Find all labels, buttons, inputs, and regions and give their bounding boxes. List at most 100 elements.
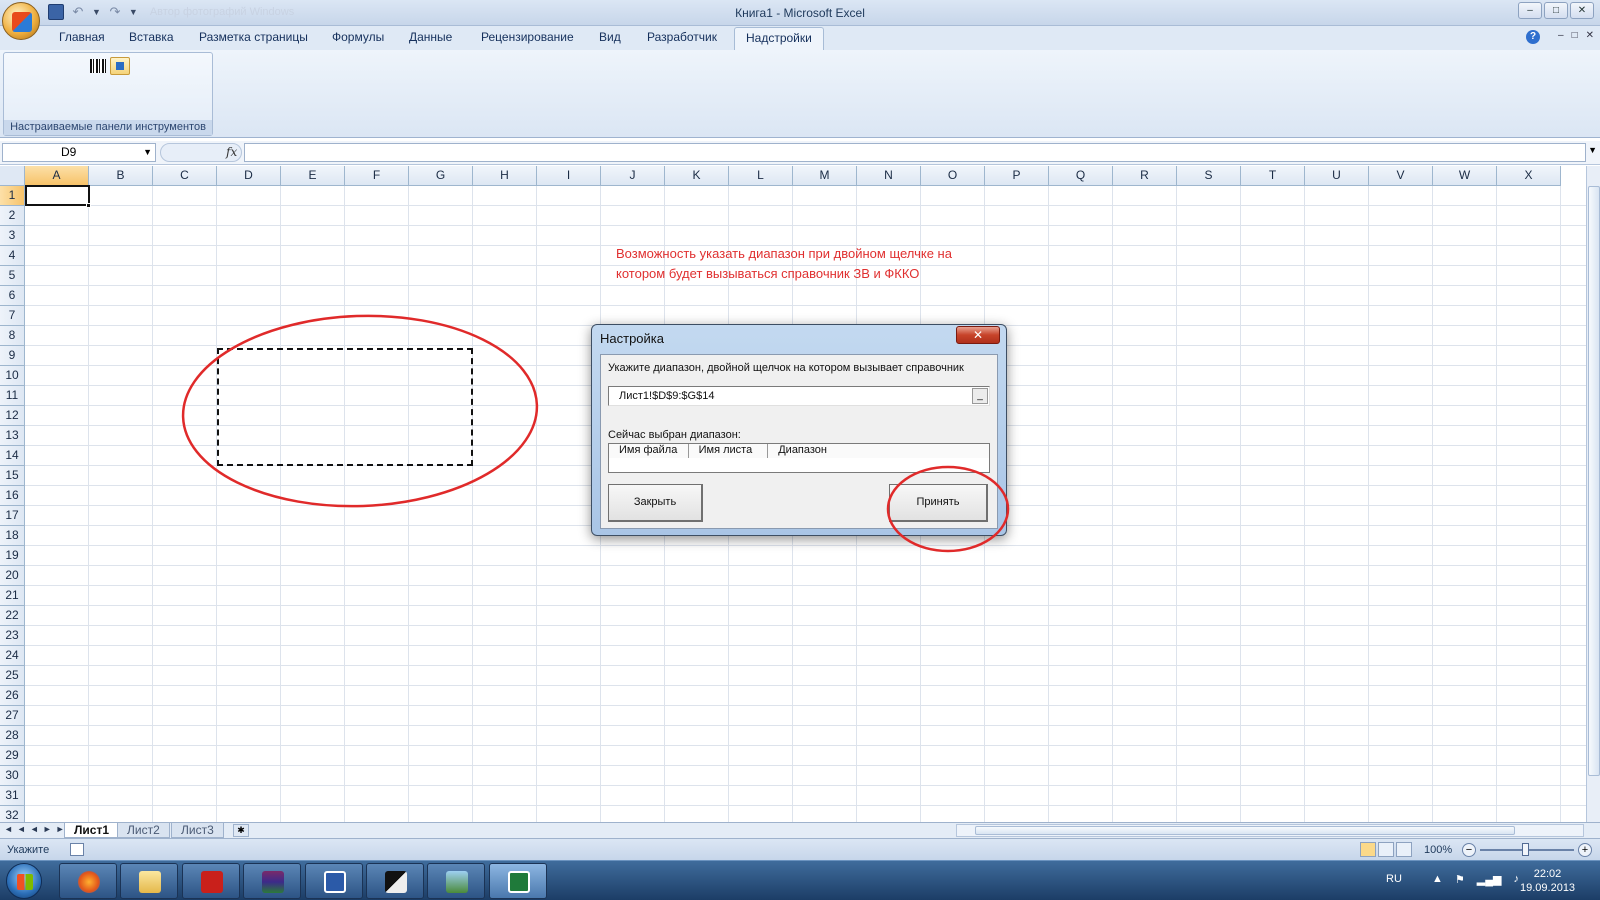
expand-formula-icon[interactable]: ▼	[1588, 145, 1597, 155]
list-col-range[interactable]: Диапазон	[768, 444, 989, 458]
column-header-e[interactable]: E	[281, 166, 345, 186]
column-header-u[interactable]: U	[1305, 166, 1369, 186]
row-header-23[interactable]: 23	[0, 626, 25, 646]
row-header-22[interactable]: 22	[0, 606, 25, 626]
tab-page-layout[interactable]: Разметка страницы	[199, 30, 308, 44]
taskbar-inkscape[interactable]	[366, 863, 424, 899]
network-signal-icon[interactable]: ▂▄▆	[1477, 873, 1502, 886]
row-header-6[interactable]: 6	[0, 286, 25, 306]
column-header-d[interactable]: D	[217, 166, 281, 186]
column-header-h[interactable]: H	[473, 166, 537, 186]
row-header-15[interactable]: 15	[0, 466, 25, 486]
tab-review[interactable]: Рецензирование	[481, 30, 574, 44]
row-header-10[interactable]: 10	[0, 366, 25, 386]
workbook-minimize-button[interactable]: –	[1558, 30, 1564, 41]
row-header-32[interactable]: 32	[0, 806, 25, 822]
list-col-sheet[interactable]: Имя листа	[688, 444, 769, 458]
row-header-1[interactable]: 1	[0, 186, 25, 206]
tab-addins[interactable]: Надстройки	[734, 27, 824, 50]
horizontal-scroll-thumb[interactable]	[975, 826, 1515, 835]
column-header-s[interactable]: S	[1177, 166, 1241, 186]
column-header-r[interactable]: R	[1113, 166, 1177, 186]
vertical-scroll-thumb[interactable]	[1588, 186, 1600, 776]
row-header-16[interactable]: 16	[0, 486, 25, 506]
action-center-flag-icon[interactable]: ⚑	[1455, 873, 1465, 886]
row-header-30[interactable]: 30	[0, 766, 25, 786]
row-header-27[interactable]: 27	[0, 706, 25, 726]
tab-developer[interactable]: Разработчик	[647, 30, 717, 44]
row-header-13[interactable]: 13	[0, 426, 25, 446]
insert-function-icon[interactable]: fx	[226, 145, 237, 159]
office-button[interactable]	[2, 2, 40, 40]
taskbar-explorer[interactable]	[120, 863, 178, 899]
sheet-tab-1[interactable]: Лист1	[64, 823, 120, 838]
language-indicator[interactable]: RU	[1386, 873, 1402, 885]
active-cell[interactable]	[25, 185, 90, 206]
close-window-button[interactable]: ✕	[1570, 2, 1594, 19]
row-header-18[interactable]: 18	[0, 526, 25, 546]
row-header-26[interactable]: 26	[0, 686, 25, 706]
start-button[interactable]	[6, 863, 42, 899]
maximize-button[interactable]: □	[1544, 2, 1568, 19]
tab-view[interactable]: Вид	[599, 30, 621, 44]
workbook-close-button[interactable]: ✕	[1586, 30, 1594, 41]
zoom-out-button[interactable]: −	[1462, 843, 1476, 857]
column-header-m[interactable]: M	[793, 166, 857, 186]
fill-handle[interactable]	[86, 203, 91, 208]
name-box-dropdown-icon[interactable]: ▼	[143, 144, 152, 161]
selected-range-list[interactable]: Имя файла Имя листа Диапазон	[608, 443, 990, 473]
column-header-t[interactable]: T	[1241, 166, 1305, 186]
formula-input[interactable]	[244, 143, 1586, 162]
range-collapse-button[interactable]: _	[972, 388, 988, 404]
row-header-8[interactable]: 8	[0, 326, 25, 346]
page-break-view-icon[interactable]	[1396, 842, 1412, 857]
tab-home[interactable]: Главная	[59, 30, 105, 44]
row-header-7[interactable]: 7	[0, 306, 25, 326]
normal-view-icon[interactable]	[1360, 842, 1376, 857]
volume-icon[interactable]: ♪	[1513, 873, 1519, 886]
name-box[interactable]: D9 ▼	[2, 143, 156, 162]
sheet-tab-2[interactable]: Лист2	[117, 823, 170, 838]
zoom-in-button[interactable]: +	[1578, 843, 1592, 857]
horizontal-scrollbar[interactable]	[956, 824, 1584, 837]
column-header-w[interactable]: W	[1433, 166, 1497, 186]
row-header-28[interactable]: 28	[0, 726, 25, 746]
list-col-file[interactable]: Имя файла	[609, 444, 689, 458]
range-input[interactable]: Лист1!$D$9:$G$14 _	[608, 386, 990, 406]
column-header-l[interactable]: L	[729, 166, 793, 186]
select-all-corner[interactable]	[0, 166, 25, 186]
column-header-g[interactable]: G	[409, 166, 473, 186]
column-header-p[interactable]: P	[985, 166, 1049, 186]
row-header-14[interactable]: 14	[0, 446, 25, 466]
minimize-button[interactable]: –	[1518, 2, 1542, 19]
addin-settings-icon[interactable]	[110, 57, 130, 75]
column-header-a[interactable]: A	[25, 166, 89, 186]
taskbar-word[interactable]	[305, 863, 363, 899]
column-header-v[interactable]: V	[1369, 166, 1433, 186]
tab-data[interactable]: Данные	[409, 30, 452, 44]
dialog-close-button[interactable]: ✕	[956, 326, 1000, 344]
column-header-o[interactable]: O	[921, 166, 985, 186]
show-hidden-icons-icon[interactable]: ▲	[1432, 873, 1443, 886]
row-header-2[interactable]: 2	[0, 206, 25, 226]
column-header-x[interactable]: X	[1497, 166, 1561, 186]
clock[interactable]: 22:02 19.09.2013	[1520, 867, 1575, 895]
column-header-q[interactable]: Q	[1049, 166, 1113, 186]
row-header-4[interactable]: 4	[0, 246, 25, 266]
column-header-b[interactable]: B	[89, 166, 153, 186]
row-header-19[interactable]: 19	[0, 546, 25, 566]
page-layout-view-icon[interactable]	[1378, 842, 1394, 857]
taskbar-firefox[interactable]	[59, 863, 117, 899]
row-header-29[interactable]: 29	[0, 746, 25, 766]
row-header-31[interactable]: 31	[0, 786, 25, 806]
tab-formulas[interactable]: Формулы	[332, 30, 384, 44]
column-header-n[interactable]: N	[857, 166, 921, 186]
row-header-5[interactable]: 5	[0, 266, 25, 286]
taskbar-excel[interactable]	[489, 863, 547, 899]
taskbar-photo-viewer[interactable]	[427, 863, 485, 899]
help-icon[interactable]: ?	[1526, 30, 1540, 44]
taskbar-winrar[interactable]	[243, 863, 301, 899]
workbook-restore-button[interactable]: □	[1572, 30, 1578, 41]
row-header-25[interactable]: 25	[0, 666, 25, 686]
column-header-k[interactable]: K	[665, 166, 729, 186]
